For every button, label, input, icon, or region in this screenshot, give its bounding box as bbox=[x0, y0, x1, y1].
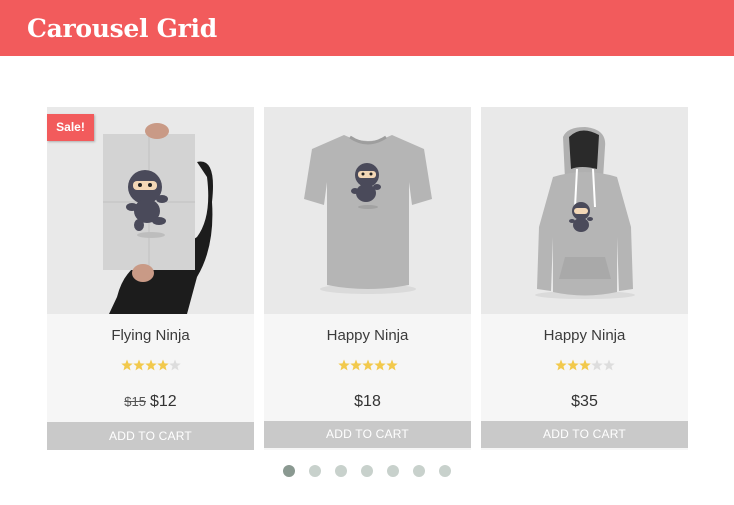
add-to-cart-button[interactable]: ADD TO CART bbox=[481, 421, 688, 448]
product-name[interactable]: Flying Ninja bbox=[47, 327, 254, 344]
pagination-dot[interactable] bbox=[439, 465, 451, 477]
star-filled-icon bbox=[349, 359, 362, 371]
star-empty-icon bbox=[168, 359, 181, 371]
stars-graphic bbox=[554, 359, 615, 371]
star-empty-icon bbox=[602, 359, 615, 371]
product-price: $18 bbox=[264, 393, 471, 411]
star-filled-icon bbox=[373, 359, 386, 371]
ninja-tshirt-icon bbox=[264, 107, 471, 314]
star-empty-icon bbox=[590, 359, 603, 371]
star-filled-icon bbox=[132, 359, 145, 371]
star-filled-icon bbox=[554, 359, 567, 371]
pagination-dot[interactable] bbox=[283, 465, 295, 477]
star-filled-icon bbox=[337, 359, 350, 371]
star-rating bbox=[47, 359, 254, 371]
product-card: Sale! Flying Ninja $15 $12 ADD TO CART bbox=[47, 107, 254, 450]
pagination-dot[interactable] bbox=[309, 465, 321, 477]
star-rating bbox=[264, 359, 471, 371]
pagination-dot[interactable] bbox=[413, 465, 425, 477]
sale-price: $12 bbox=[150, 393, 177, 410]
header-bar: Carousel Grid bbox=[0, 0, 734, 56]
pagination-dot[interactable] bbox=[361, 465, 373, 477]
star-filled-icon bbox=[566, 359, 579, 371]
star-rating bbox=[481, 359, 688, 371]
sale-price: $35 bbox=[571, 393, 598, 410]
product-name[interactable]: Happy Ninja bbox=[481, 327, 688, 344]
stars-graphic bbox=[337, 359, 398, 371]
page-title: Carousel Grid bbox=[27, 14, 217, 43]
product-name[interactable]: Happy Ninja bbox=[264, 327, 471, 344]
product-card: Happy Ninja $18 ADD TO CART bbox=[264, 107, 471, 450]
product-carousel: Sale! Flying Ninja $15 $12 ADD TO CART H… bbox=[47, 107, 688, 450]
star-filled-icon bbox=[156, 359, 169, 371]
pagination-dot[interactable] bbox=[387, 465, 399, 477]
sale-price: $18 bbox=[354, 393, 381, 410]
product-card: Happy Ninja $35 ADD TO CART bbox=[481, 107, 688, 450]
star-filled-icon bbox=[120, 359, 133, 371]
star-filled-icon bbox=[385, 359, 398, 371]
sale-badge: Sale! bbox=[47, 114, 94, 141]
star-filled-icon bbox=[144, 359, 157, 371]
star-filled-icon bbox=[578, 359, 591, 371]
add-to-cart-button[interactable]: ADD TO CART bbox=[47, 422, 254, 450]
product-image[interactable] bbox=[481, 107, 688, 314]
add-to-cart-button[interactable]: ADD TO CART bbox=[264, 421, 471, 448]
ninja-hoodie-icon bbox=[481, 107, 688, 314]
star-filled-icon bbox=[361, 359, 374, 371]
pagination-dot[interactable] bbox=[335, 465, 347, 477]
original-price: $15 bbox=[124, 394, 146, 409]
product-price: $15 $12 bbox=[47, 393, 254, 411]
carousel-pagination bbox=[283, 465, 451, 477]
stars-graphic bbox=[120, 359, 181, 371]
product-image[interactable] bbox=[264, 107, 471, 314]
product-price: $35 bbox=[481, 393, 688, 411]
